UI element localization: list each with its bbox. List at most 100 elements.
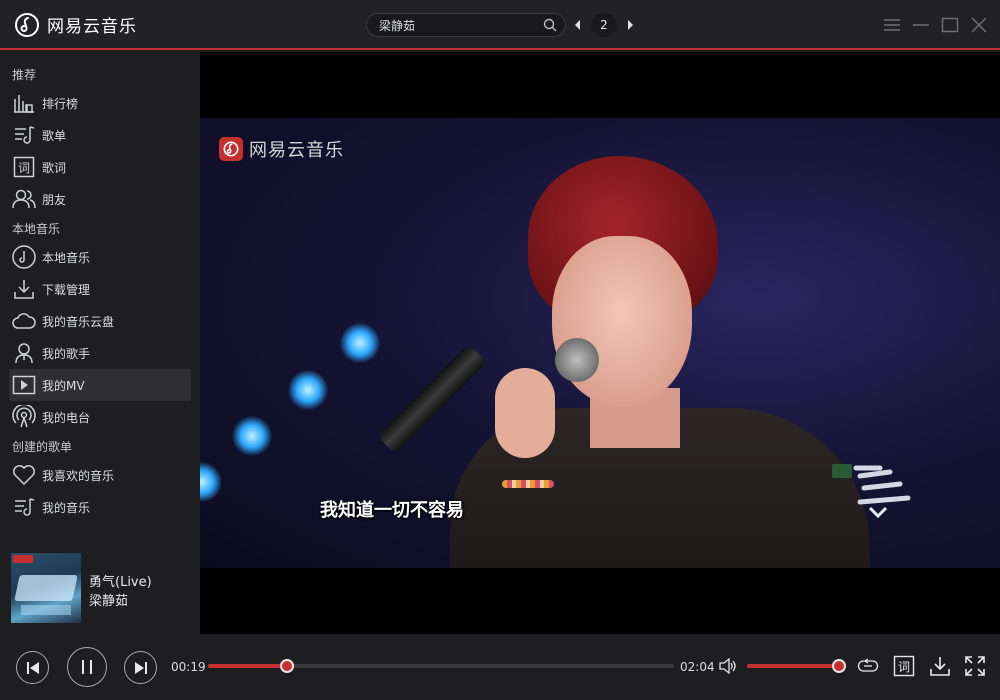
app-window: 网易云音乐 2 (0, 0, 1000, 700)
playlist-icon (11, 122, 37, 148)
loop-button[interactable] (856, 654, 880, 678)
sidebar-item-local-music[interactable]: 本地音乐 (9, 241, 191, 273)
stage-light (200, 462, 222, 502)
sidebar-item-label: 我的歌手 (42, 346, 91, 361)
volume-handle[interactable] (832, 659, 846, 673)
sidebar-item-label: 排行榜 (42, 96, 79, 111)
video-frame: 网易云音乐 我知道一切不容易 (200, 118, 1000, 568)
now-playing-title[interactable]: 勇气(Live) (89, 571, 152, 590)
close-icon[interactable] (970, 16, 988, 34)
microphone (376, 343, 488, 455)
progress-bar[interactable] (208, 659, 674, 673)
section-title-created: 创建的歌单 (12, 440, 73, 454)
volume-fill (747, 664, 839, 668)
search-box[interactable] (366, 13, 566, 37)
stage-light (288, 370, 328, 410)
total-time: 02:04 (680, 660, 715, 674)
search-input[interactable] (379, 16, 539, 34)
sidebar-item-label: 我喜欢的音乐 (42, 468, 115, 483)
sidebar-item-label: 下载管理 (42, 282, 91, 297)
logo-icon (15, 12, 39, 37)
now-playing-artist[interactable]: 梁静茹 (89, 590, 128, 609)
volume-slider[interactable] (747, 659, 846, 673)
download-button[interactable] (928, 654, 952, 678)
sidebar-item-label: 歌单 (42, 128, 67, 143)
sidebar-item-label: 我的MV (42, 378, 85, 393)
watermark-text: 网易云音乐 (249, 140, 344, 161)
mv-play-icon (11, 372, 37, 398)
sidebar-item-label: 我的音乐 (42, 500, 91, 515)
volume-icon[interactable] (719, 658, 737, 674)
event-logo (832, 464, 911, 518)
logo-icon (219, 137, 243, 161)
prev-track-button[interactable] (16, 651, 49, 684)
video-subtitle: 我知道一切不容易 (320, 500, 464, 521)
sidebar-item-playlists[interactable]: 歌单 (9, 119, 191, 151)
now-playing-card[interactable]: 勇气(Live) 梁静茹 (0, 545, 200, 634)
sidebar-item-my-music[interactable]: 我的音乐 (9, 491, 191, 523)
loop-icon (857, 658, 879, 672)
stage-light (340, 323, 380, 363)
sidebar-item-label: 本地音乐 (42, 250, 91, 265)
current-time: 00:19 (171, 660, 206, 674)
sidebar-item-lyrics[interactable]: 词 歌词 (9, 151, 191, 183)
search-icon[interactable] (543, 18, 557, 32)
mv-video-player[interactable]: 网易云音乐 我知道一切不容易 (200, 52, 1000, 634)
minimize-icon[interactable] (912, 16, 930, 34)
sidebar-item-friends[interactable]: 朋友 (9, 183, 191, 215)
sidebar-item-label: 朋友 (42, 192, 67, 207)
radio-icon (11, 404, 37, 430)
heart-icon (11, 462, 37, 488)
lyrics-icon: 词 (11, 154, 37, 180)
download-icon (11, 276, 37, 302)
menu-icon[interactable] (883, 16, 901, 34)
next-arrow-icon[interactable] (626, 18, 636, 32)
next-track-button[interactable] (124, 651, 157, 684)
section-title-local: 本地音乐 (12, 222, 61, 236)
progress-fill (208, 664, 288, 668)
sidebar-item-charts[interactable]: 排行榜 (9, 87, 191, 119)
progress-handle[interactable] (280, 659, 295, 673)
prev-track-icon (26, 661, 39, 674)
microphone-head (555, 338, 599, 382)
maximize-icon[interactable] (941, 16, 959, 34)
cloud-icon (11, 308, 37, 334)
sidebar-item-my-mv[interactable]: 我的MV (9, 369, 191, 401)
sidebar-item-radio[interactable]: 我的电台 (9, 401, 191, 433)
singer-figure-part (495, 368, 555, 458)
pause-button[interactable] (67, 647, 107, 687)
sidebar-item-cloud[interactable]: 我的音乐云盘 (9, 305, 191, 337)
video-watermark: 网易云音乐 (219, 136, 344, 162)
prev-arrow-icon[interactable] (572, 18, 582, 32)
pause-icon (82, 660, 92, 674)
bracelet (502, 480, 554, 488)
section-title-recommend: 推荐 (12, 68, 37, 82)
lyrics-toggle-button[interactable]: 词 (892, 654, 916, 678)
next-track-icon (134, 661, 147, 674)
sidebar-item-liked-music[interactable]: 我喜欢的音乐 (9, 459, 191, 491)
player-bar: 00:19 02:04 词 (0, 634, 1000, 700)
sidebar: 推荐 排行榜 歌单 词 歌词 朋友 本地音乐 本地音乐 下载管理 我的音乐云盘 … (0, 52, 200, 634)
sidebar-item-label: 我的音乐云盘 (42, 314, 115, 329)
page-number[interactable]: 2 (591, 13, 617, 37)
sidebar-item-label: 我的电台 (42, 410, 91, 425)
svg-text:词: 词 (18, 161, 30, 175)
album-cover[interactable] (11, 553, 81, 623)
fullscreen-icon (965, 656, 985, 676)
app-title: 网易云音乐 (47, 17, 137, 37)
singer-icon (11, 340, 37, 366)
lyrics-toggle-icon: 词 (893, 655, 915, 677)
chart-bars-icon (11, 90, 37, 116)
title-bar: 网易云音乐 2 (0, 0, 1000, 50)
download-icon (930, 657, 950, 676)
stage-light (232, 416, 272, 456)
fullscreen-button[interactable] (963, 654, 987, 678)
sidebar-item-singers[interactable]: 我的歌手 (9, 337, 191, 369)
music-note-icon (11, 244, 37, 270)
sidebar-item-downloads[interactable]: 下载管理 (9, 273, 191, 305)
svg-text:词: 词 (898, 660, 910, 674)
playlist-icon (11, 494, 37, 520)
friends-icon (11, 186, 37, 212)
app-logo[interactable]: 网易云音乐 (15, 12, 137, 37)
sidebar-item-label: 歌词 (42, 160, 67, 175)
